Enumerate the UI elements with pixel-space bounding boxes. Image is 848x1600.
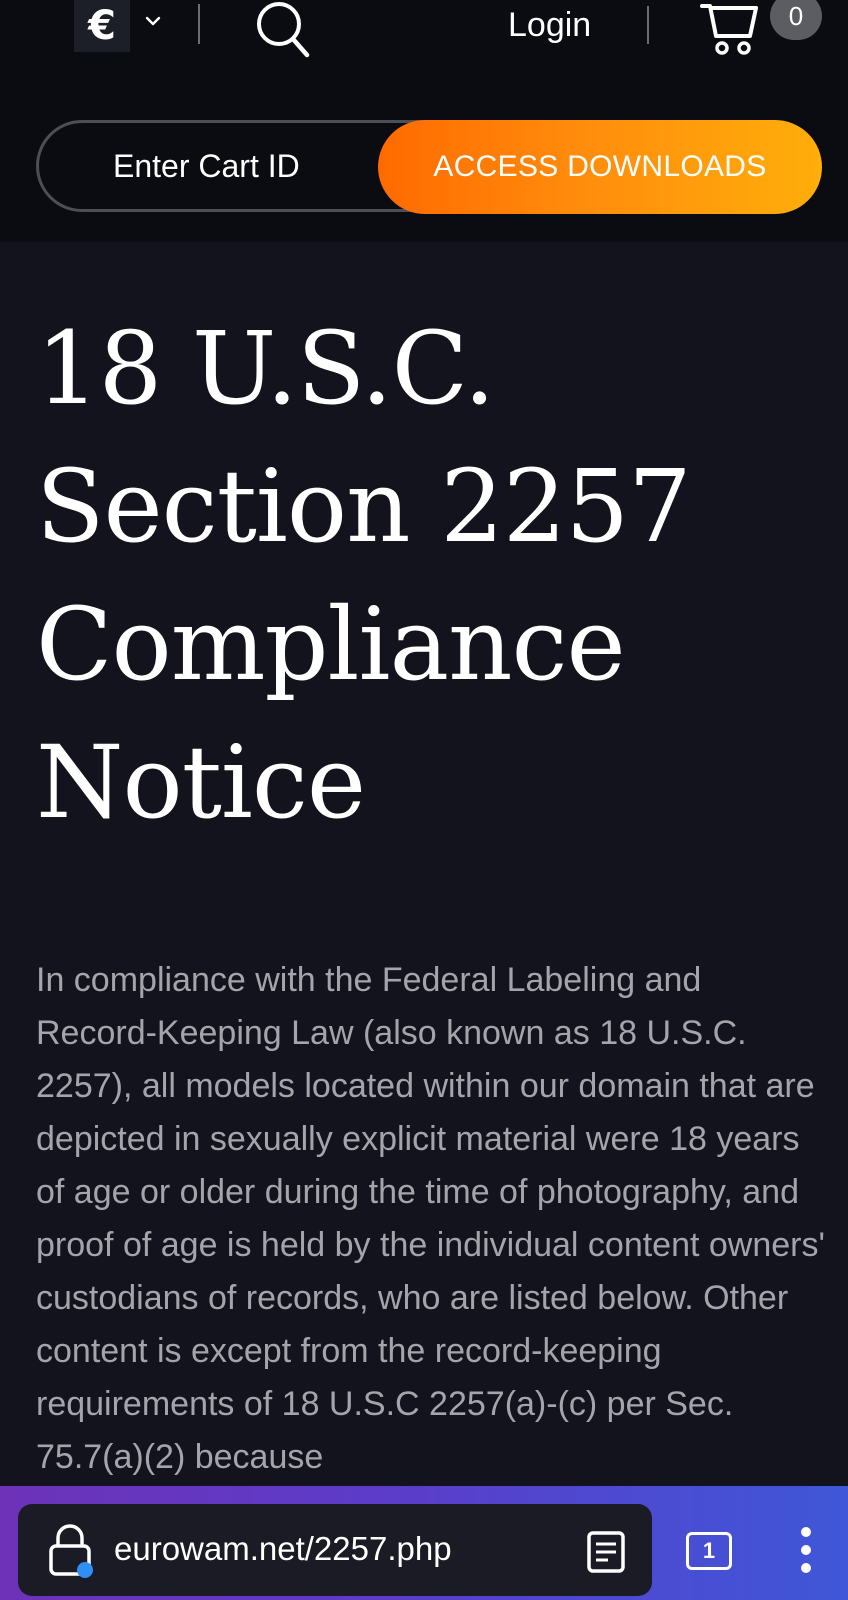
browser-toolbar: eurowam.net/2257.php 1 [0,1486,848,1600]
more-vertical-icon[interactable] [798,1526,814,1574]
lock-icon[interactable] [48,1524,96,1578]
cart-id-input[interactable] [39,123,399,209]
search-icon[interactable] [254,0,312,60]
header-divider [198,4,200,44]
notice-body: In compliance with the Federal Labeling … [36,961,825,1476]
url-text[interactable]: eurowam.net/2257.php [114,1530,452,1568]
page-title: 18 U.S.C. Section 2257 Compliance Notice [36,310,692,841]
cart-icon[interactable] [700,0,762,58]
header-divider [647,6,649,44]
cart-count-badge: 0 [770,0,822,40]
page: € Login 0 ACCESS DOWNLOADS 18 U.S.C. Sec… [0,0,848,1600]
currency-selector[interactable]: € [74,0,130,52]
tab-switcher-button[interactable]: 1 [686,1532,732,1570]
chevron-down-icon[interactable] [144,14,162,28]
address-bar[interactable]: eurowam.net/2257.php [18,1504,652,1596]
reader-mode-icon[interactable] [586,1530,626,1574]
currency-symbol: € [88,3,116,49]
cart-id-form: ACCESS DOWNLOADS [36,120,822,214]
access-downloads-button[interactable]: ACCESS DOWNLOADS [378,120,822,214]
site-header: € Login 0 ACCESS DOWNLOADS [0,0,848,242]
login-link[interactable]: Login [508,6,591,45]
